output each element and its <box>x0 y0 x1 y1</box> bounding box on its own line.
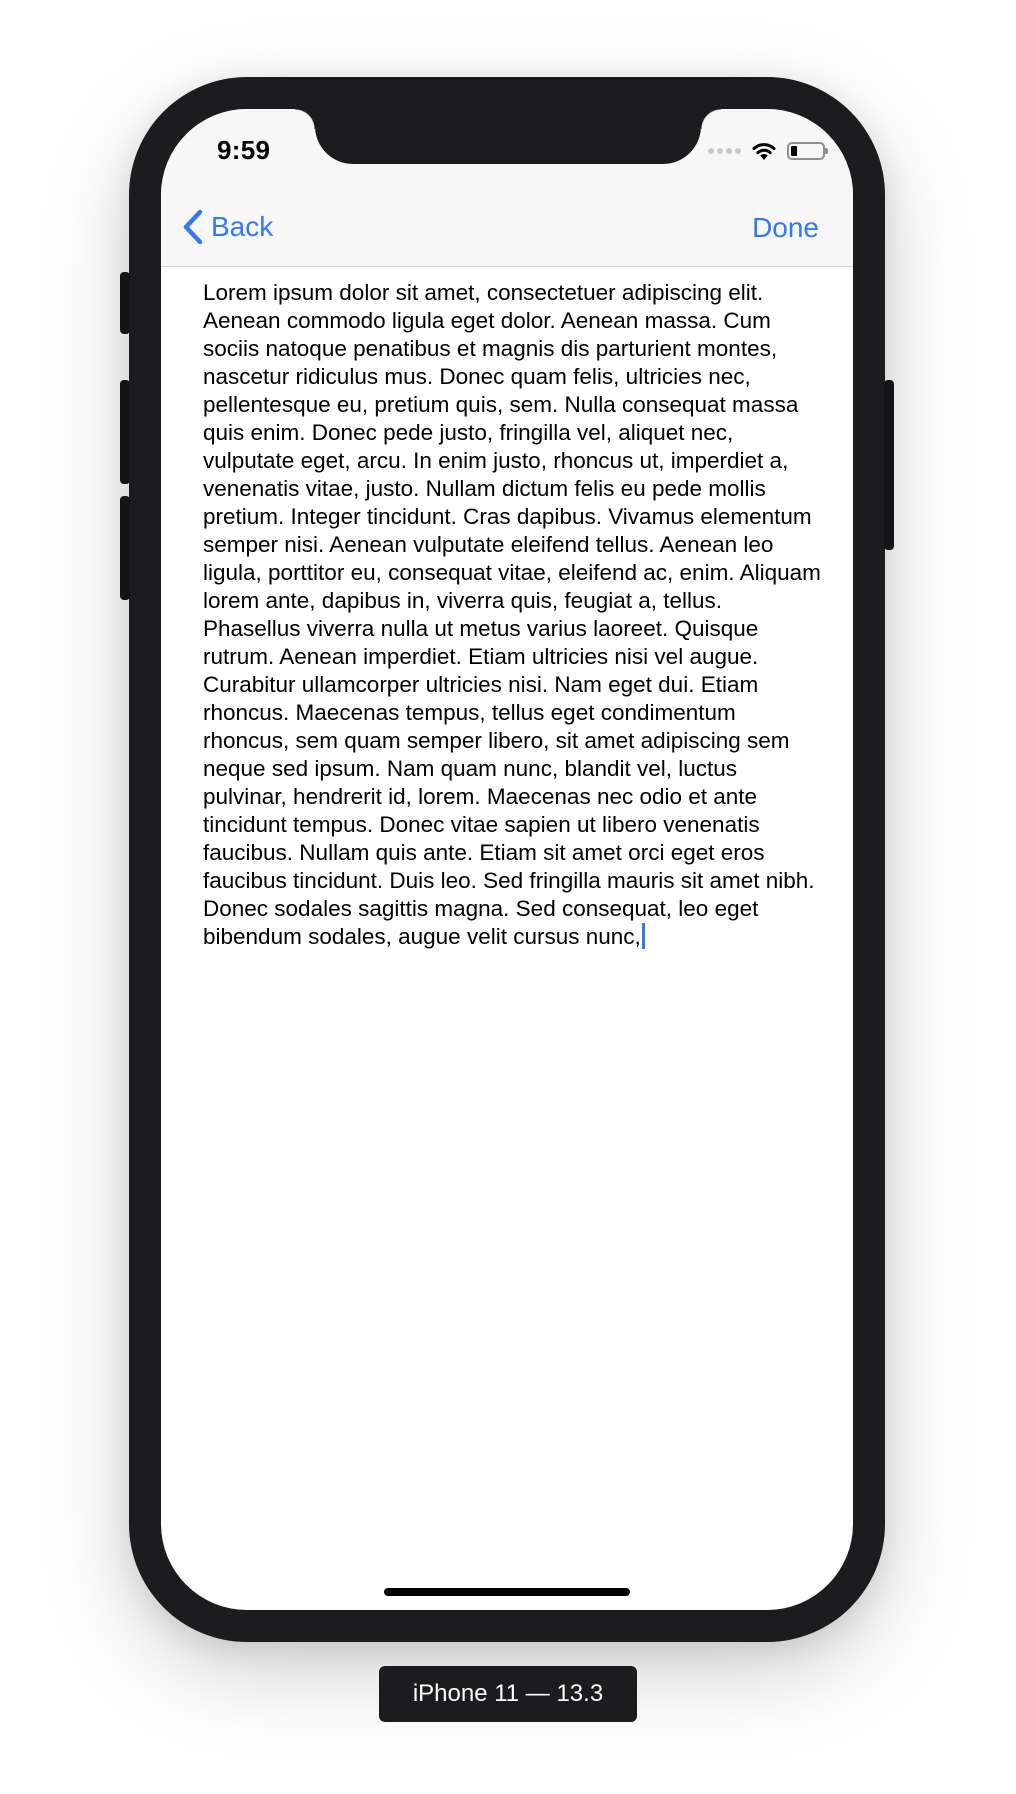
battery-icon <box>787 142 828 160</box>
notch <box>295 109 721 164</box>
text-caret <box>641 923 645 949</box>
power-button <box>884 380 894 550</box>
back-button-label: Back <box>211 211 274 242</box>
home-indicator[interactable] <box>384 1588 630 1596</box>
volume-up-button <box>120 380 130 484</box>
done-button[interactable]: Done <box>752 212 819 244</box>
text-view-content: Lorem ipsum dolor sit amet, consectetuer… <box>203 280 821 949</box>
cellular-signal-icon <box>708 148 741 154</box>
device-screen: 9:59 Back Done Lorem ipsum dolor sit ame… <box>161 109 853 1610</box>
navigation-bar: Back Done <box>161 189 853 267</box>
battery-fill <box>791 146 797 156</box>
chevron-left-icon <box>183 209 203 245</box>
status-time: 9:59 <box>217 135 271 165</box>
status-icons <box>708 140 828 162</box>
text-view[interactable]: Lorem ipsum dolor sit amet, consectetuer… <box>203 267 823 1537</box>
back-button[interactable]: Back <box>181 209 273 245</box>
simulator-device-label: iPhone 11 — 13.3 <box>379 1666 637 1722</box>
wifi-icon <box>752 143 776 160</box>
mute-switch <box>120 272 130 334</box>
volume-down-button <box>120 496 130 600</box>
